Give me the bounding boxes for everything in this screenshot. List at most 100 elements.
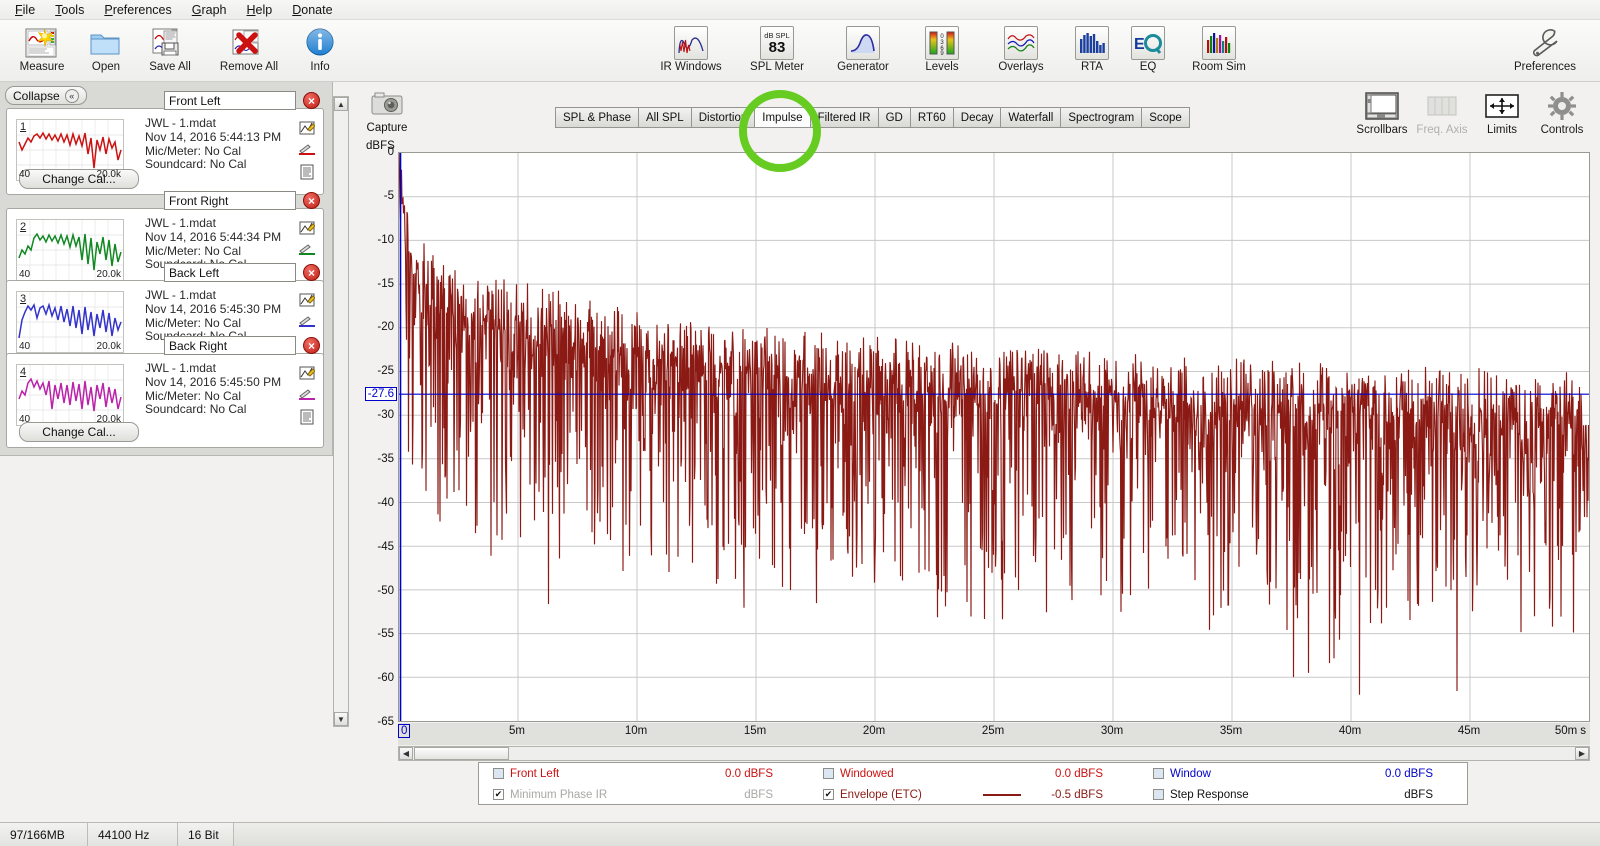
menu-graph[interactable]: Graph (183, 1, 236, 19)
levels-icon: 0 3 6 9 (922, 26, 962, 60)
measurement-name-input-1[interactable]: Front Left (164, 91, 296, 110)
envelope-etc-checkbox[interactable]: ✔ (823, 789, 834, 800)
tab-scope[interactable]: Scope (1142, 107, 1190, 128)
scroll-right-arrow-icon[interactable]: ▶ (1575, 747, 1589, 760)
capture-button[interactable]: Capture (362, 90, 412, 134)
measurement-card-1[interactable]: 1 40 20.0k JWL - 1.mdat Nov 14, 2016 5:4… (6, 108, 324, 195)
eq-button[interactable]: E EQ (1120, 24, 1176, 73)
capture-label: Capture (367, 122, 408, 134)
step-response-label: Step Response (1170, 789, 1249, 801)
tab-impulse[interactable]: Impulse (755, 107, 810, 128)
scrollbar-thumb[interactable] (414, 747, 509, 760)
y-tick-2: -10 (377, 234, 394, 246)
generator-button[interactable]: Generator (820, 24, 906, 73)
edit-notes-icon-4[interactable] (297, 362, 317, 384)
scroll-left-arrow-icon[interactable]: ◀ (399, 747, 413, 760)
change-cal-button-4[interactable]: Change Cal... (19, 422, 139, 442)
delete-measurement-button-2[interactable]: × (303, 192, 320, 209)
window-value: 0.0 dBFS (1385, 768, 1433, 780)
tab-all-spl[interactable]: All SPL (639, 107, 692, 128)
save-all-button[interactable]: Save All (134, 24, 206, 73)
edit-notes-icon-2[interactable] (297, 217, 317, 239)
y-tick-0: 0 (388, 146, 394, 158)
delete-measurement-button-4[interactable]: × (303, 337, 320, 354)
x-tick-9: 45m (1458, 725, 1480, 737)
ir-windows-icon (671, 26, 711, 60)
measurement-timestamp-3: Nov 14, 2016 5:45:30 PM (145, 303, 281, 317)
menu-help[interactable]: Help (238, 1, 282, 19)
y-tick-5: -25 (377, 365, 394, 377)
levels-button[interactable]: 0 3 6 9 Levels (906, 24, 978, 73)
scroll-down-arrow-icon[interactable]: ▼ (334, 712, 348, 726)
measurement-name-input-2[interactable]: Front Right (164, 191, 296, 210)
room-sim-icon (1199, 26, 1239, 60)
tab-filtered-ir[interactable]: Filtered IR (811, 107, 879, 128)
info-icon (300, 26, 340, 60)
tab-spectrogram[interactable]: Spectrogram (1061, 107, 1142, 128)
measurement-notes-icon-1[interactable] (297, 161, 317, 183)
legend-item-windowed[interactable]: Windowed 0.0 dBFS (809, 763, 1139, 784)
legend-item-step-response[interactable]: Step Response dBFS (1139, 784, 1469, 805)
legend-item-front-left[interactable]: Front Left 0.0 dBFS (479, 763, 809, 784)
tab-waterfall[interactable]: Waterfall (1001, 107, 1061, 128)
graph-horizontal-scrollbar[interactable]: ◀ ▶ (398, 746, 1590, 761)
menu-file[interactable]: File (6, 1, 44, 19)
measurement-file-1: JWL - 1.mdat (145, 117, 281, 131)
edit-notes-icon-1[interactable] (297, 117, 317, 139)
edit-notes-icon-3[interactable] (297, 289, 317, 311)
measurement-notes-icon-4[interactable] (297, 406, 317, 428)
tab-rt60[interactable]: RT60 (911, 107, 954, 128)
ir-windows-button[interactable]: IR Windows (648, 24, 734, 73)
window-checkbox[interactable] (1153, 768, 1164, 779)
eq-label: EQ (1140, 61, 1157, 73)
trace-color-pen-icon-3[interactable] (297, 311, 317, 333)
tab-distortion[interactable]: Distortion (692, 107, 756, 128)
measurement-mic-cal-4: Mic/Meter: No Cal (145, 390, 281, 404)
info-button[interactable]: Info (292, 24, 348, 73)
trace-color-pen-icon-1[interactable] (297, 139, 317, 161)
rta-icon (1072, 26, 1112, 60)
y-tick-9: -45 (377, 541, 394, 553)
y-tick-12: -60 (377, 672, 394, 684)
overlays-button[interactable]: Overlays (978, 24, 1064, 73)
measure-button[interactable]: Measure (6, 24, 78, 73)
change-cal-button-1[interactable]: Change Cal... (19, 169, 139, 189)
menu-tools[interactable]: Tools (46, 1, 93, 19)
y-cursor-readout[interactable]: -27.6 (365, 387, 397, 401)
delete-measurement-button-3[interactable]: × (303, 264, 320, 281)
room-sim-button[interactable]: Room Sim (1176, 24, 1262, 73)
menu-preferences[interactable]: Preferences (95, 1, 180, 19)
x-tick-5: 25m (982, 725, 1004, 737)
x-cursor-readout[interactable]: 0 (398, 724, 410, 738)
minimum-phase-ir-checkbox[interactable]: ✔ (493, 789, 504, 800)
spl-meter-button[interactable]: dB SPL 83 SPL Meter (734, 24, 820, 73)
impulse-plot-canvas[interactable] (398, 152, 1590, 722)
remove-all-button[interactable]: Remove All (206, 24, 292, 73)
measurement-card-4[interactable]: 4 40 20.0k JWL - 1.mdat Nov 14, 2016 5:4… (6, 353, 324, 448)
tab-gd[interactable]: GD (879, 107, 911, 128)
menu-donate[interactable]: Donate (283, 1, 341, 19)
step-response-checkbox[interactable] (1153, 789, 1164, 800)
collapse-button[interactable]: Collapse « (5, 86, 87, 105)
tab-spl-phase[interactable]: SPL & Phase (555, 107, 639, 128)
delete-measurement-button-1[interactable]: × (303, 92, 320, 109)
legend-item-minimum-phase-ir[interactable]: ✔ Minimum Phase IR dBFS (479, 784, 809, 805)
scroll-up-arrow-icon[interactable]: ▲ (334, 97, 348, 111)
room-sim-label: Room Sim (1192, 61, 1246, 73)
main-toolbar: Measure Open (0, 20, 1600, 82)
tab-decay[interactable]: Decay (954, 107, 1002, 128)
front-left-checkbox[interactable] (493, 768, 504, 779)
menu-bar: File Tools Preferences Graph Help Donate (0, 0, 1600, 20)
preferences-button[interactable]: Preferences (1502, 24, 1588, 73)
measurement-name-input-4[interactable]: Back Right (164, 336, 296, 355)
thumb-high-1: 20.0k (97, 169, 121, 180)
trace-color-pen-icon-4[interactable] (297, 384, 317, 406)
legend-item-window[interactable]: Window 0.0 dBFS (1139, 763, 1469, 784)
rta-button[interactable]: RTA (1064, 24, 1120, 73)
open-button[interactable]: Open (78, 24, 134, 73)
legend-item-envelope-etc[interactable]: ✔ Envelope (ETC) -0.5 dBFS (809, 784, 1139, 805)
trace-color-pen-icon-2[interactable] (297, 239, 317, 261)
measurement-name-input-3[interactable]: Back Left (164, 263, 296, 282)
windowed-checkbox[interactable] (823, 768, 834, 779)
measurements-vertical-scrollbar[interactable]: ▲ ▼ (333, 96, 349, 727)
